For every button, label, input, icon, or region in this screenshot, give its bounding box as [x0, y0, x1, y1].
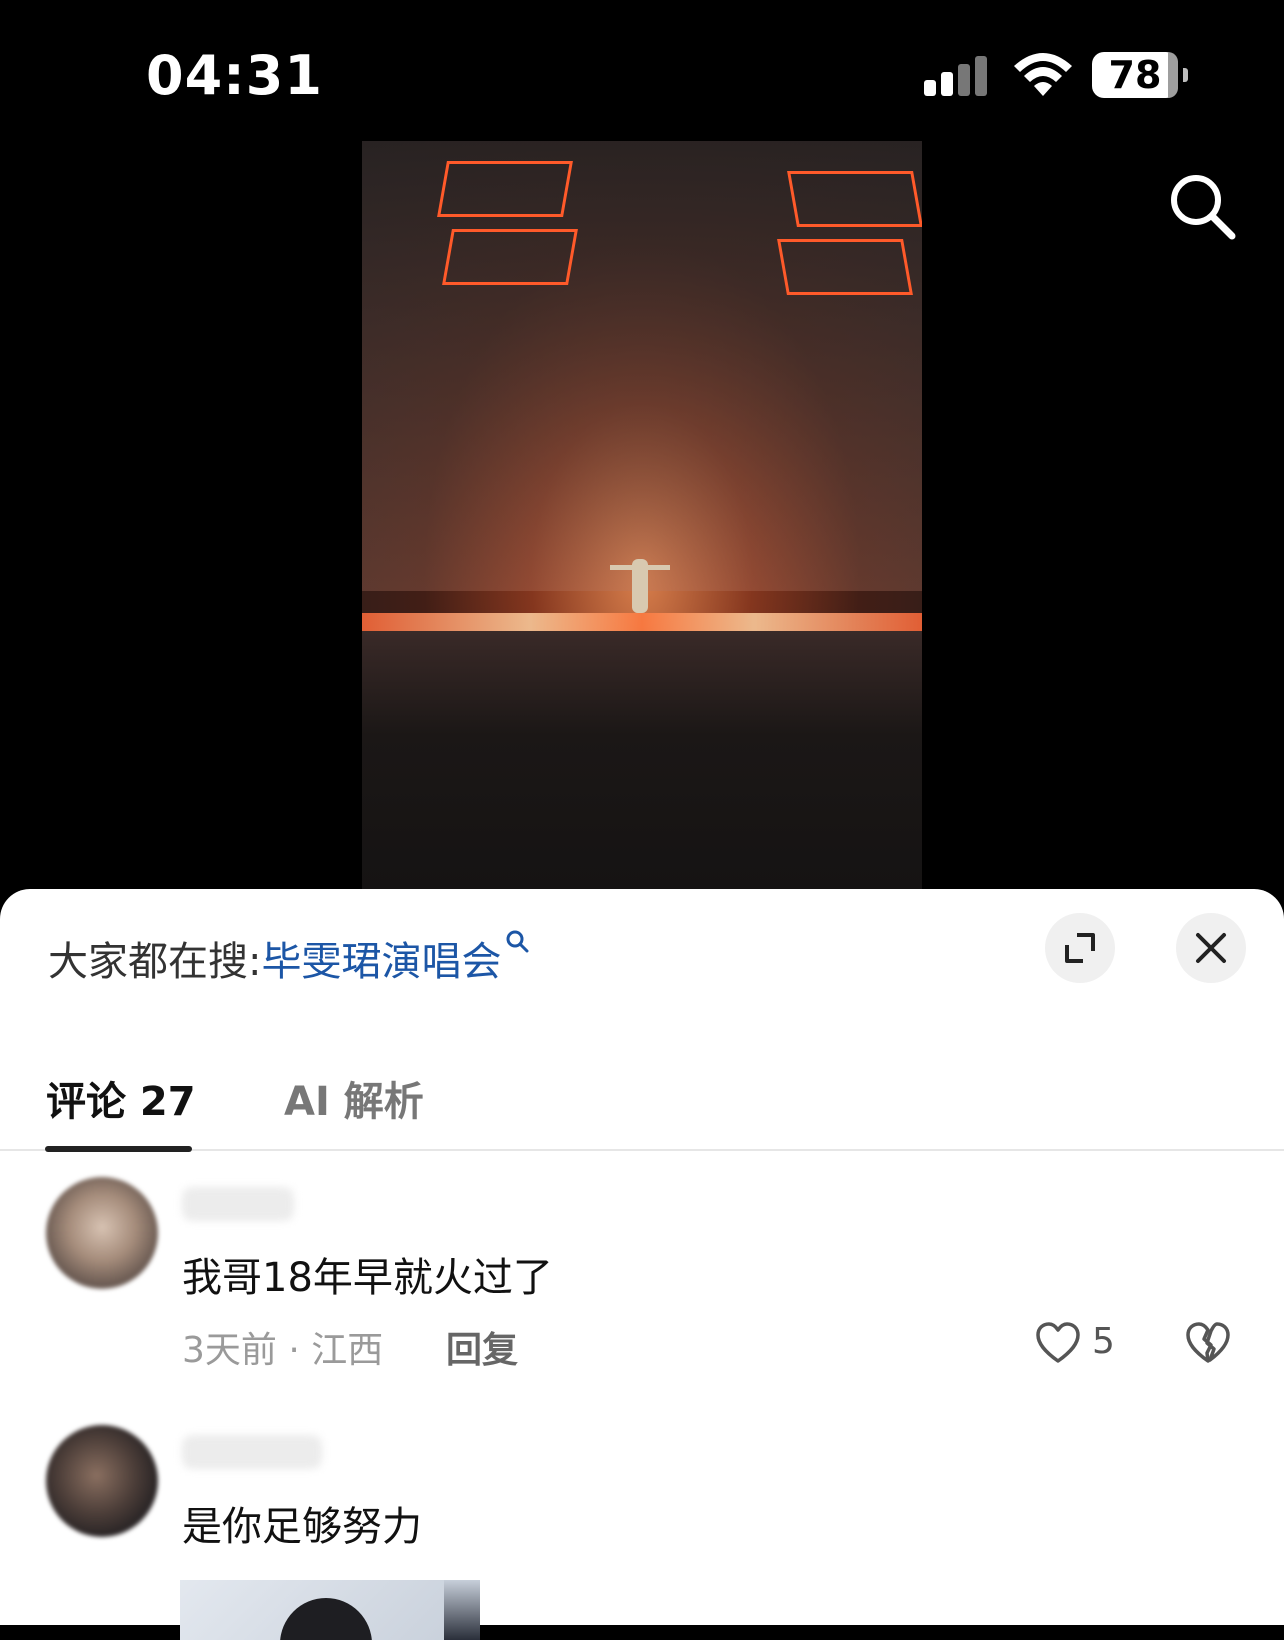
avatar[interactable]	[46, 1177, 158, 1289]
tab-ai-analysis[interactable]: AI 解析	[284, 1069, 424, 1127]
mini-search-icon	[506, 930, 529, 953]
active-tab-indicator	[45, 1146, 192, 1152]
battery-icon: 78	[1092, 52, 1188, 98]
close-icon	[1196, 933, 1226, 963]
comment-image[interactable]	[180, 1580, 480, 1640]
trending-search[interactable]: 大家都在搜:毕雯珺演唱会	[48, 929, 529, 987]
username-blurred[interactable]	[182, 1187, 294, 1221]
tab-comments[interactable]: 评论 27	[46, 1069, 196, 1127]
tab-bar: 评论 27 AI 解析	[0, 1049, 1284, 1151]
comment-text: 是你足够努力	[182, 1504, 422, 1550]
comments-sheet: 大家都在搜:毕雯珺演唱会 评论 27 AI 解析 我哥18年早就火过了 3天前 …	[0, 889, 1284, 1640]
status-time: 04:31	[146, 44, 323, 107]
search-icon[interactable]	[1168, 172, 1238, 242]
avatar[interactable]	[46, 1425, 158, 1537]
expand-button[interactable]	[1045, 913, 1115, 983]
comment-text: 我哥18年早就火过了	[182, 1255, 553, 1301]
expand-icon	[1065, 933, 1095, 963]
username-blurred[interactable]	[182, 1435, 322, 1469]
performer-figure	[632, 559, 648, 613]
video-player[interactable]	[362, 141, 922, 891]
wifi-icon	[1014, 53, 1072, 96]
crowd	[362, 631, 922, 891]
like-count: 5	[1092, 1321, 1115, 1362]
reply-button[interactable]: 回复	[446, 1321, 518, 1373]
cellular-signal-icon	[924, 56, 990, 96]
status-bar: 04:31 78	[0, 0, 1284, 140]
close-button[interactable]	[1176, 913, 1246, 983]
trending-keyword[interactable]: 毕雯珺演唱会	[261, 939, 501, 985]
heart-icon[interactable]	[1034, 1319, 1082, 1367]
trending-prefix: 大家都在搜:	[48, 939, 262, 985]
battery-level: 78	[1108, 53, 1162, 97]
comment-meta: 3天前 · 江西	[182, 1330, 384, 1371]
broken-heart-icon[interactable]	[1184, 1319, 1232, 1367]
